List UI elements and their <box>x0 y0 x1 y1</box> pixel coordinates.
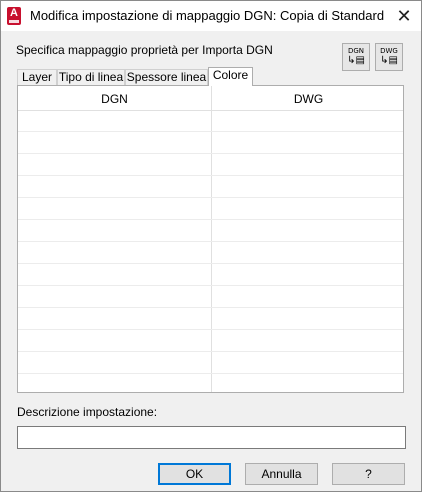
table-row[interactable] <box>18 264 403 286</box>
tab-lineweight[interactable]: Spessore linea <box>125 69 208 85</box>
description-label: Descrizione impostazione: <box>17 405 158 419</box>
dwg-label: DWG <box>380 47 398 55</box>
column-header-dgn[interactable]: DGN <box>18 92 211 106</box>
dgn-mapping-button[interactable]: DGN ↳▤ <box>342 43 370 71</box>
tab-layer[interactable]: Layer <box>17 69 57 85</box>
dgn-label: DGN <box>347 47 365 55</box>
cancel-button[interactable]: Annulla <box>245 463 318 485</box>
help-button[interactable]: ? <box>332 463 405 485</box>
dialog-window: A Modifica impostazione di mappaggio DGN… <box>0 0 422 492</box>
table-row[interactable] <box>18 308 403 330</box>
autocad-app-icon: A <box>7 7 21 25</box>
table-row[interactable] <box>18 286 403 308</box>
column-header-dwg[interactable]: DWG <box>212 92 403 106</box>
table-row[interactable] <box>18 176 403 198</box>
arrow-document-icon: ↳▤ <box>347 55 365 66</box>
arrow-document-icon: ↳▤ <box>380 55 398 66</box>
window-title: Modifica impostazione di mappaggio DGN: … <box>30 8 385 23</box>
close-icon[interactable]: ✕ <box>391 4 417 28</box>
description-input[interactable] <box>17 426 406 449</box>
table-row[interactable] <box>18 242 403 264</box>
app-icon-letter: A <box>10 7 18 19</box>
dwg-mapping-button[interactable]: DWG ↳▤ <box>375 43 403 71</box>
table-row[interactable] <box>18 110 403 132</box>
title-bar: A Modifica impostazione di mappaggio DGN… <box>1 1 421 31</box>
table-row[interactable] <box>18 220 403 242</box>
ok-button[interactable]: OK <box>158 463 231 485</box>
table-row[interactable] <box>18 154 403 176</box>
mapping-grid[interactable]: DGN DWG <box>17 85 404 393</box>
table-row[interactable] <box>18 198 403 220</box>
tab-color[interactable]: Colore <box>208 67 253 86</box>
table-row[interactable] <box>18 132 403 154</box>
tab-linetype[interactable]: Tipo di linea <box>57 69 125 85</box>
table-row[interactable] <box>18 352 403 374</box>
table-row[interactable] <box>18 330 403 352</box>
mapping-prompt-label: Specifica mappaggio proprietà per Import… <box>16 43 273 57</box>
